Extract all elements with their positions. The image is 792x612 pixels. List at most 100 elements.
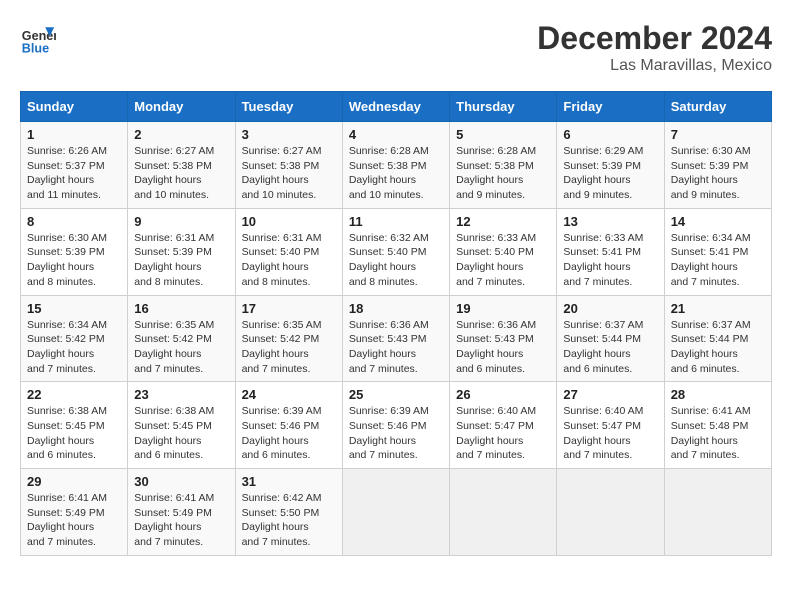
day-of-week-wednesday: Wednesday xyxy=(342,92,449,122)
day-number: 30 xyxy=(134,474,228,489)
calendar-cell xyxy=(664,469,771,556)
day-info: Sunrise: 6:30 AM Sunset: 5:39 PM Dayligh… xyxy=(671,144,765,203)
day-number: 12 xyxy=(456,214,550,229)
day-number: 5 xyxy=(456,127,550,142)
day-info: Sunrise: 6:42 AM Sunset: 5:50 PM Dayligh… xyxy=(242,491,336,550)
day-number: 13 xyxy=(563,214,657,229)
day-of-week-friday: Friday xyxy=(557,92,664,122)
calendar-week-1: 1 Sunrise: 6:26 AM Sunset: 5:37 PM Dayli… xyxy=(21,122,772,209)
day-info: Sunrise: 6:32 AM Sunset: 5:40 PM Dayligh… xyxy=(349,231,443,290)
day-of-week-sunday: Sunday xyxy=(21,92,128,122)
day-info: Sunrise: 6:39 AM Sunset: 5:46 PM Dayligh… xyxy=(349,404,443,463)
calendar-week-2: 8 Sunrise: 6:30 AM Sunset: 5:39 PM Dayli… xyxy=(21,208,772,295)
day-info: Sunrise: 6:33 AM Sunset: 5:41 PM Dayligh… xyxy=(563,231,657,290)
logo-icon: General Blue xyxy=(20,20,56,56)
calendar-cell: 13 Sunrise: 6:33 AM Sunset: 5:41 PM Dayl… xyxy=(557,208,664,295)
calendar-cell: 25 Sunrise: 6:39 AM Sunset: 5:46 PM Dayl… xyxy=(342,382,449,469)
subtitle: Las Maravillas, Mexico xyxy=(537,57,772,75)
calendar-cell: 9 Sunrise: 6:31 AM Sunset: 5:39 PM Dayli… xyxy=(128,208,235,295)
calendar-cell: 7 Sunrise: 6:30 AM Sunset: 5:39 PM Dayli… xyxy=(664,122,771,209)
day-number: 10 xyxy=(242,214,336,229)
calendar-week-3: 15 Sunrise: 6:34 AM Sunset: 5:42 PM Dayl… xyxy=(21,295,772,382)
calendar-cell: 19 Sunrise: 6:36 AM Sunset: 5:43 PM Dayl… xyxy=(450,295,557,382)
day-info: Sunrise: 6:29 AM Sunset: 5:39 PM Dayligh… xyxy=(563,144,657,203)
day-info: Sunrise: 6:26 AM Sunset: 5:37 PM Dayligh… xyxy=(27,144,121,203)
day-info: Sunrise: 6:35 AM Sunset: 5:42 PM Dayligh… xyxy=(134,318,228,377)
day-number: 20 xyxy=(563,301,657,316)
calendar-cell: 12 Sunrise: 6:33 AM Sunset: 5:40 PM Dayl… xyxy=(450,208,557,295)
day-number: 11 xyxy=(349,214,443,229)
day-of-week-saturday: Saturday xyxy=(664,92,771,122)
calendar-cell: 26 Sunrise: 6:40 AM Sunset: 5:47 PM Dayl… xyxy=(450,382,557,469)
day-info: Sunrise: 6:34 AM Sunset: 5:41 PM Dayligh… xyxy=(671,231,765,290)
day-number: 23 xyxy=(134,387,228,402)
day-info: Sunrise: 6:38 AM Sunset: 5:45 PM Dayligh… xyxy=(134,404,228,463)
day-number: 17 xyxy=(242,301,336,316)
title-block: December 2024 Las Maravillas, Mexico xyxy=(537,20,772,75)
logo: General Blue xyxy=(20,20,56,56)
day-info: Sunrise: 6:27 AM Sunset: 5:38 PM Dayligh… xyxy=(134,144,228,203)
day-info: Sunrise: 6:37 AM Sunset: 5:44 PM Dayligh… xyxy=(671,318,765,377)
day-of-week-thursday: Thursday xyxy=(450,92,557,122)
day-number: 6 xyxy=(563,127,657,142)
day-number: 9 xyxy=(134,214,228,229)
calendar-cell xyxy=(557,469,664,556)
day-info: Sunrise: 6:30 AM Sunset: 5:39 PM Dayligh… xyxy=(27,231,121,290)
day-number: 16 xyxy=(134,301,228,316)
day-info: Sunrise: 6:34 AM Sunset: 5:42 PM Dayligh… xyxy=(27,318,121,377)
day-info: Sunrise: 6:28 AM Sunset: 5:38 PM Dayligh… xyxy=(349,144,443,203)
day-number: 22 xyxy=(27,387,121,402)
day-number: 18 xyxy=(349,301,443,316)
calendar-cell: 18 Sunrise: 6:36 AM Sunset: 5:43 PM Dayl… xyxy=(342,295,449,382)
day-info: Sunrise: 6:39 AM Sunset: 5:46 PM Dayligh… xyxy=(242,404,336,463)
calendar-cell: 5 Sunrise: 6:28 AM Sunset: 5:38 PM Dayli… xyxy=(450,122,557,209)
day-info: Sunrise: 6:41 AM Sunset: 5:49 PM Dayligh… xyxy=(134,491,228,550)
day-of-week-tuesday: Tuesday xyxy=(235,92,342,122)
calendar-cell: 4 Sunrise: 6:28 AM Sunset: 5:38 PM Dayli… xyxy=(342,122,449,209)
calendar-cell: 15 Sunrise: 6:34 AM Sunset: 5:42 PM Dayl… xyxy=(21,295,128,382)
calendar-cell: 3 Sunrise: 6:27 AM Sunset: 5:38 PM Dayli… xyxy=(235,122,342,209)
calendar-cell: 11 Sunrise: 6:32 AM Sunset: 5:40 PM Dayl… xyxy=(342,208,449,295)
day-number: 1 xyxy=(27,127,121,142)
calendar-cell xyxy=(342,469,449,556)
calendar-cell: 17 Sunrise: 6:35 AM Sunset: 5:42 PM Dayl… xyxy=(235,295,342,382)
day-number: 14 xyxy=(671,214,765,229)
day-number: 31 xyxy=(242,474,336,489)
day-of-week-monday: Monday xyxy=(128,92,235,122)
calendar-week-5: 29 Sunrise: 6:41 AM Sunset: 5:49 PM Dayl… xyxy=(21,469,772,556)
calendar-cell: 28 Sunrise: 6:41 AM Sunset: 5:48 PM Dayl… xyxy=(664,382,771,469)
day-info: Sunrise: 6:28 AM Sunset: 5:38 PM Dayligh… xyxy=(456,144,550,203)
day-number: 2 xyxy=(134,127,228,142)
calendar-cell: 22 Sunrise: 6:38 AM Sunset: 5:45 PM Dayl… xyxy=(21,382,128,469)
day-info: Sunrise: 6:27 AM Sunset: 5:38 PM Dayligh… xyxy=(242,144,336,203)
page-header: General Blue December 2024 Las Maravilla… xyxy=(20,20,772,75)
day-info: Sunrise: 6:36 AM Sunset: 5:43 PM Dayligh… xyxy=(349,318,443,377)
calendar-cell: 10 Sunrise: 6:31 AM Sunset: 5:40 PM Dayl… xyxy=(235,208,342,295)
calendar-cell: 31 Sunrise: 6:42 AM Sunset: 5:50 PM Dayl… xyxy=(235,469,342,556)
calendar-cell: 2 Sunrise: 6:27 AM Sunset: 5:38 PM Dayli… xyxy=(128,122,235,209)
calendar-week-4: 22 Sunrise: 6:38 AM Sunset: 5:45 PM Dayl… xyxy=(21,382,772,469)
day-info: Sunrise: 6:38 AM Sunset: 5:45 PM Dayligh… xyxy=(27,404,121,463)
calendar-cell: 16 Sunrise: 6:35 AM Sunset: 5:42 PM Dayl… xyxy=(128,295,235,382)
day-info: Sunrise: 6:31 AM Sunset: 5:40 PM Dayligh… xyxy=(242,231,336,290)
calendar-cell: 14 Sunrise: 6:34 AM Sunset: 5:41 PM Dayl… xyxy=(664,208,771,295)
calendar-cell xyxy=(450,469,557,556)
svg-text:Blue: Blue xyxy=(22,41,49,55)
day-number: 19 xyxy=(456,301,550,316)
day-number: 24 xyxy=(242,387,336,402)
day-number: 3 xyxy=(242,127,336,142)
day-number: 28 xyxy=(671,387,765,402)
day-number: 8 xyxy=(27,214,121,229)
day-number: 27 xyxy=(563,387,657,402)
calendar-cell: 20 Sunrise: 6:37 AM Sunset: 5:44 PM Dayl… xyxy=(557,295,664,382)
day-info: Sunrise: 6:40 AM Sunset: 5:47 PM Dayligh… xyxy=(563,404,657,463)
day-info: Sunrise: 6:41 AM Sunset: 5:49 PM Dayligh… xyxy=(27,491,121,550)
day-info: Sunrise: 6:31 AM Sunset: 5:39 PM Dayligh… xyxy=(134,231,228,290)
day-number: 15 xyxy=(27,301,121,316)
day-number: 4 xyxy=(349,127,443,142)
calendar-cell: 6 Sunrise: 6:29 AM Sunset: 5:39 PM Dayli… xyxy=(557,122,664,209)
day-number: 21 xyxy=(671,301,765,316)
day-number: 7 xyxy=(671,127,765,142)
day-number: 29 xyxy=(27,474,121,489)
calendar-cell: 27 Sunrise: 6:40 AM Sunset: 5:47 PM Dayl… xyxy=(557,382,664,469)
